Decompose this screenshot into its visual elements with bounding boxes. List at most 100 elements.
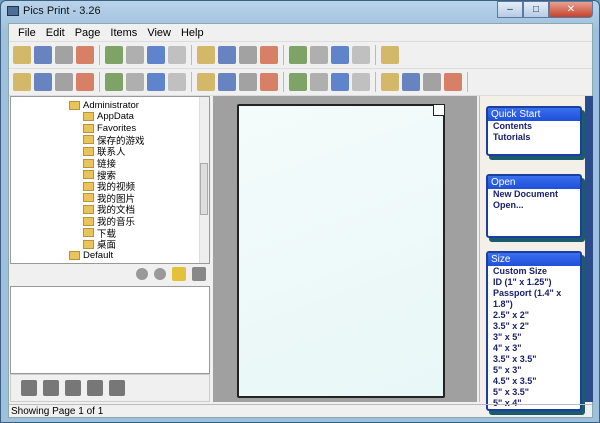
size-item[interactable]: 2.5" x 2" (488, 310, 580, 321)
open-folder-icon[interactable] (55, 46, 73, 64)
rotate-icon[interactable] (126, 73, 144, 91)
tree-item[interactable]: 桌面 (83, 238, 116, 251)
delete-icon[interactable] (381, 46, 399, 64)
folder-icon (83, 204, 94, 214)
quick_start-item[interactable]: Tutorials (488, 132, 580, 143)
frame-icon[interactable] (13, 73, 31, 91)
thumb-icon-1[interactable] (21, 380, 37, 396)
folder-tree[interactable]: Administrator AppData Favorites 保存的游戏 联系人 链接搜… (10, 96, 210, 264)
tree-item[interactable]: AppData (83, 111, 134, 123)
app-icon (7, 6, 19, 16)
quick-start-card: Quick Start Contents Tutorials (486, 106, 582, 156)
menu-bar: File Edit Page Items View Help (9, 24, 592, 42)
scroll-thumb[interactable] (200, 163, 208, 215)
quick_start-item[interactable]: Contents (488, 121, 580, 132)
toolbar-separator (191, 45, 192, 65)
size-item[interactable]: 5" x 3" (488, 365, 580, 376)
layer-icon[interactable] (444, 73, 462, 91)
minimize-button[interactable]: – (497, 1, 523, 18)
copy-icon[interactable] (168, 46, 186, 64)
size-item[interactable]: 3.5" x 2" (488, 321, 580, 332)
toolbar-separator (191, 72, 192, 92)
size-title: Size (488, 253, 580, 266)
size-item[interactable]: 3.5" x 3.5" (488, 354, 580, 365)
shape-icon[interactable] (218, 73, 236, 91)
folder-icon (83, 181, 94, 191)
align-icon[interactable] (168, 73, 186, 91)
image-icon[interactable] (331, 73, 349, 91)
bottom-toolbar (10, 374, 210, 402)
size-item[interactable]: 3" x 5" (488, 332, 580, 343)
size-item[interactable]: Custom Size (488, 266, 580, 277)
forward-icon[interactable] (154, 268, 166, 280)
cut-icon[interactable] (147, 46, 165, 64)
tree-item[interactable]: Administrator (69, 99, 139, 111)
open-icon[interactable] (34, 46, 52, 64)
favorites-icon[interactable] (172, 267, 186, 281)
pen-icon[interactable] (34, 73, 52, 91)
menu-file[interactable]: File (13, 27, 41, 39)
menu-help[interactable]: Help (176, 27, 209, 39)
menu-items[interactable]: Items (105, 27, 142, 39)
tree-item[interactable]: Default (69, 250, 113, 262)
size-item[interactable]: Passport (1.4" x 1.8") (488, 288, 580, 310)
page-icon[interactable] (260, 46, 278, 64)
thumb-icon-2[interactable] (43, 380, 59, 396)
size-item[interactable]: 4" x 3" (488, 343, 580, 354)
page3-icon[interactable] (310, 46, 328, 64)
rotate-view-icon[interactable] (423, 73, 441, 91)
tree-item-label: Administrator (83, 99, 139, 111)
folder-image-icon[interactable] (352, 73, 370, 91)
file-list[interactable] (10, 286, 210, 374)
print-page[interactable] (237, 104, 445, 398)
back-icon[interactable] (136, 268, 148, 280)
folder-icon (69, 100, 80, 110)
canvas-area (213, 96, 477, 402)
folder-icon (69, 251, 80, 261)
undo-icon[interactable] (218, 46, 236, 64)
view-icon[interactable] (192, 267, 206, 281)
export-icon[interactable] (331, 46, 349, 64)
thumb-icon-4[interactable] (87, 380, 103, 396)
rotate-right-icon[interactable] (147, 73, 165, 91)
text-icon[interactable] (381, 73, 399, 91)
app-window: Pics Print - 3.26 – □ ✕ File Edit Page Item… (0, 0, 600, 423)
size-item[interactable]: 4.5" x 3.5" (488, 376, 580, 387)
toolbar-separator (283, 72, 284, 92)
calendar-icon[interactable] (310, 73, 328, 91)
delete-item-icon[interactable] (239, 73, 257, 91)
picture-icon[interactable] (402, 73, 420, 91)
new-icon[interactable] (13, 46, 31, 64)
save-item-icon[interactable] (289, 73, 307, 91)
menu-page[interactable]: Page (70, 27, 106, 39)
copy-page-icon[interactable] (352, 46, 370, 64)
move-icon[interactable] (76, 73, 94, 91)
size-icon[interactable] (197, 73, 215, 91)
page2-icon[interactable] (289, 46, 307, 64)
toolbar-separator (99, 72, 100, 92)
thumb-icon-3[interactable] (65, 380, 81, 396)
folder-icon (83, 135, 94, 145)
tree-scrollbar[interactable] (199, 97, 209, 263)
close-button[interactable]: ✕ (549, 1, 593, 18)
size-item[interactable]: 5" x 3.5" (488, 387, 580, 398)
size-item[interactable]: ID (1" x 1.25") (488, 277, 580, 288)
panel-scrollbar[interactable] (585, 96, 593, 402)
print-icon[interactable] (126, 46, 144, 64)
menu-view[interactable]: View (142, 27, 176, 39)
maximize-button[interactable]: □ (523, 1, 549, 18)
rotate-left-icon[interactable] (105, 73, 123, 91)
menu-edit[interactable]: Edit (41, 27, 70, 39)
thumb-icon-5[interactable] (109, 380, 125, 396)
paste-icon[interactable] (197, 46, 215, 64)
grid-icon[interactable] (55, 73, 73, 91)
open-item[interactable]: New Document (488, 189, 580, 200)
open-item[interactable]: Open... (488, 200, 580, 211)
print-preview-icon[interactable] (105, 46, 123, 64)
tree-nav-bar (10, 264, 210, 284)
status-bar: Showing Page 1 of 1 (9, 404, 592, 418)
save-icon[interactable] (76, 46, 94, 64)
folder-icon (83, 170, 94, 180)
stamp-icon[interactable] (260, 73, 278, 91)
redo-icon[interactable] (239, 46, 257, 64)
